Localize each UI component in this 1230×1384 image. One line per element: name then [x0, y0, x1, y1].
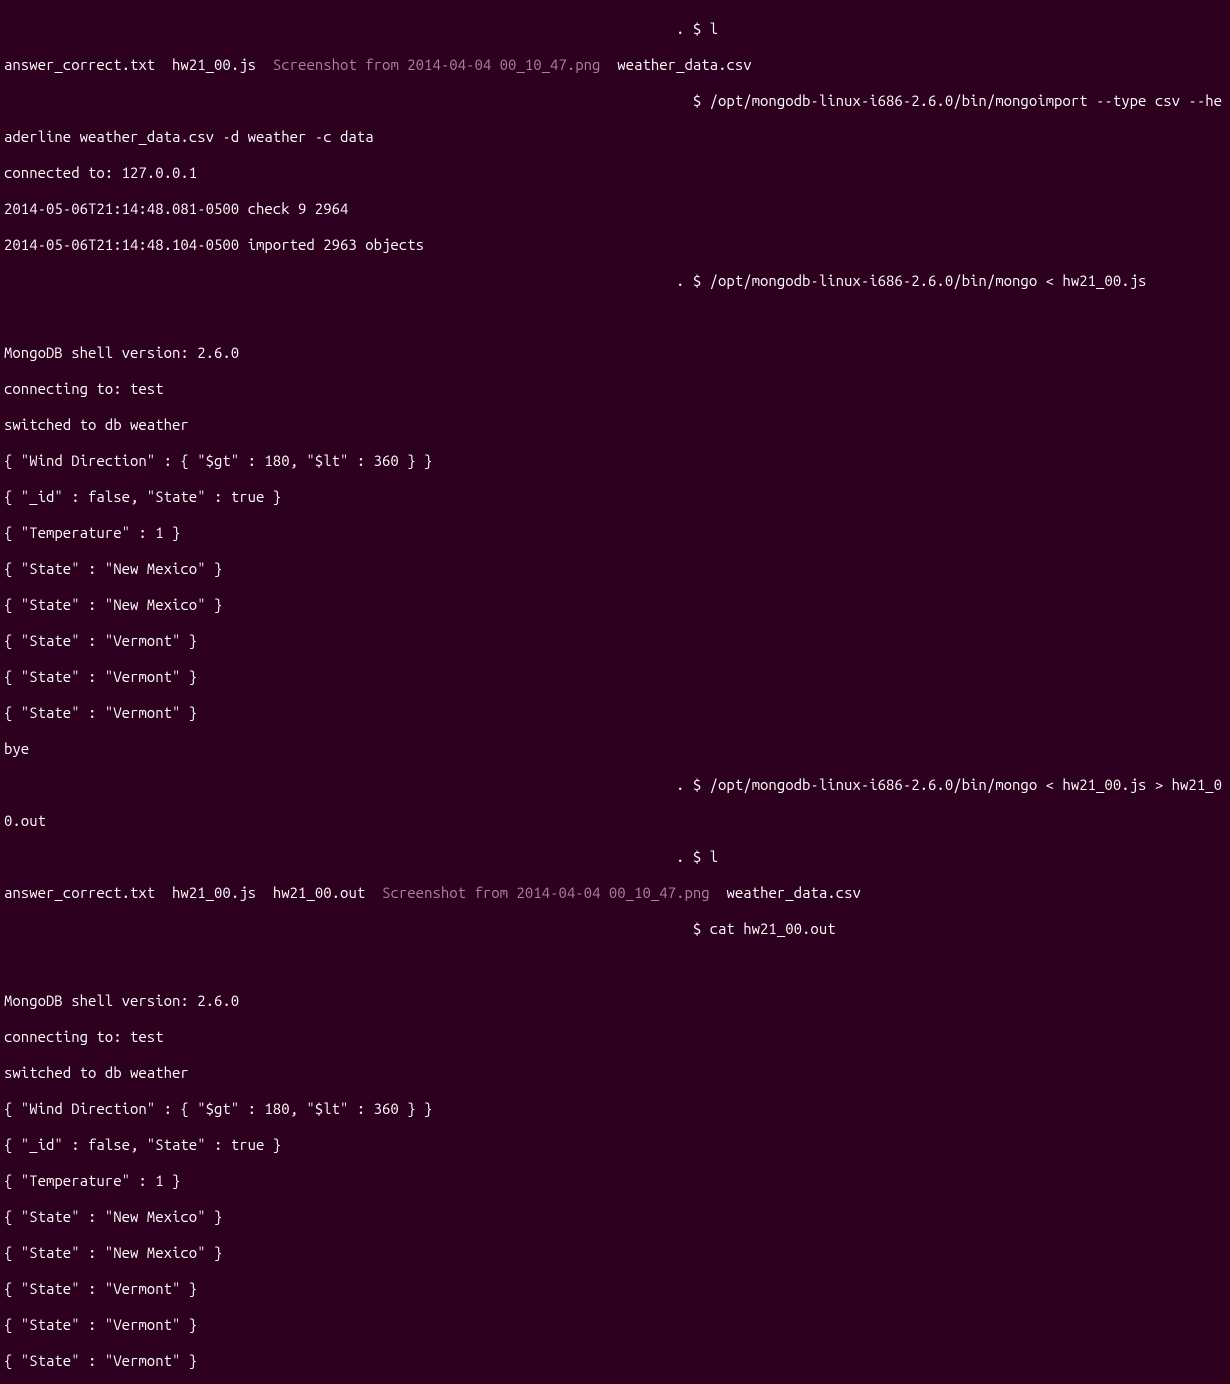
output-line: 2014-05-06T21:14:48.081-0500 check 9 296… — [4, 200, 1230, 218]
prompt-prefix: . — [4, 20, 693, 37]
output-line: { "Temperature" : 1 } — [4, 1172, 1230, 1190]
blank-line — [4, 308, 1230, 326]
command-continuation: 0.out — [4, 812, 1230, 830]
command-continuation: aderline weather_data.csv -d weather -c … — [4, 128, 1230, 146]
output-line: bye — [4, 740, 1230, 758]
command-line: $ /opt/mongodb-linux-i686-2.6.0/bin/mong… — [4, 92, 1230, 110]
command-line: . $ l — [4, 848, 1230, 866]
output-line: { "State" : "New Mexico" } — [4, 560, 1230, 578]
file-name: hw21_00.out — [273, 884, 365, 901]
file-name: weather_data.csv — [726, 884, 860, 901]
file-name-image: Screenshot from 2014-04-04 00_10_47.png — [382, 884, 710, 901]
command-text: $ /opt/mongodb-linux-i686-2.6.0/bin/mong… — [693, 776, 1222, 793]
output-line: { "State" : "New Mexico" } — [4, 1244, 1230, 1262]
command-text: $ /opt/mongodb-linux-i686-2.6.0/bin/mong… — [693, 272, 1147, 289]
output-line: { "State" : "Vermont" } — [4, 1352, 1230, 1370]
output-line: { "State" : "Vermont" } — [4, 704, 1230, 722]
output-line: { "State" : "Vermont" } — [4, 1316, 1230, 1334]
output-line: switched to db weather — [4, 1064, 1230, 1082]
output-line: connecting to: test — [4, 1028, 1230, 1046]
ls-output: answer_correct.txt hw21_00.js Screenshot… — [4, 56, 1230, 74]
command-text: 0.out — [4, 812, 46, 829]
command-text: $ l — [693, 848, 718, 865]
output-line: { "Wind Direction" : { "$gt" : 180, "$lt… — [4, 1100, 1230, 1118]
output-line: MongoDB shell version: 2.6.0 — [4, 992, 1230, 1010]
output-line: { "State" : "Vermont" } — [4, 668, 1230, 686]
command-text: $ l — [693, 20, 718, 37]
command-line: . $ /opt/mongodb-linux-i686-2.6.0/bin/mo… — [4, 272, 1230, 290]
command-line: . $ l — [4, 20, 1230, 38]
file-name: weather_data.csv — [617, 56, 751, 73]
output-line: MongoDB shell version: 2.6.0 — [4, 344, 1230, 362]
output-line: switched to db weather — [4, 416, 1230, 434]
file-name: answer_correct.txt — [4, 56, 155, 73]
command-text: aderline weather_data.csv -d weather -c … — [4, 128, 374, 145]
command-text: $ cat hw21_00.out — [693, 920, 836, 937]
command-line: . $ /opt/mongodb-linux-i686-2.6.0/bin/mo… — [4, 776, 1230, 794]
file-name: answer_correct.txt — [4, 884, 155, 901]
terminal-window[interactable]: . $ l answer_correct.txt hw21_00.js Scre… — [0, 0, 1230, 1384]
file-name: hw21_00.js — [172, 884, 256, 901]
output-line: { "Temperature" : 1 } — [4, 524, 1230, 542]
output-line: { "State" : "New Mexico" } — [4, 596, 1230, 614]
ls-output: answer_correct.txt hw21_00.js hw21_00.ou… — [4, 884, 1230, 902]
output-line: { "State" : "Vermont" } — [4, 632, 1230, 650]
output-line: { "State" : "Vermont" } — [4, 1280, 1230, 1298]
file-name: hw21_00.js — [172, 56, 256, 73]
blank-line — [4, 956, 1230, 974]
output-line: { "_id" : false, "State" : true } — [4, 1136, 1230, 1154]
output-line: { "State" : "New Mexico" } — [4, 1208, 1230, 1226]
output-line: 2014-05-06T21:14:48.104-0500 imported 29… — [4, 236, 1230, 254]
file-name-image: Screenshot from 2014-04-04 00_10_47.png — [273, 56, 601, 73]
output-line: { "_id" : false, "State" : true } — [4, 488, 1230, 506]
output-line: connecting to: test — [4, 380, 1230, 398]
output-line: connected to: 127.0.0.1 — [4, 164, 1230, 182]
command-text: $ /opt/mongodb-linux-i686-2.6.0/bin/mong… — [693, 92, 1222, 109]
command-line: $ cat hw21_00.out — [4, 920, 1230, 938]
output-line: { "Wind Direction" : { "$gt" : 180, "$lt… — [4, 452, 1230, 470]
